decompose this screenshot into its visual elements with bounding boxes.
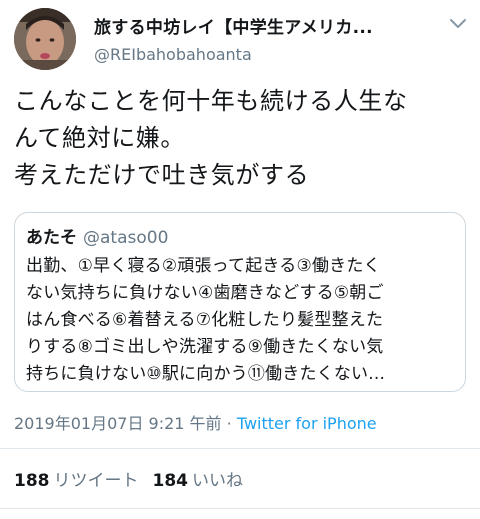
quoted-text-line: ない気持ちに負けない④歯磨きなどする⑤朝ご (26, 283, 384, 303)
tweet-text-line: こんなことを何十年も続ける人生な (14, 87, 408, 115)
quoted-author-name: あたそ (26, 228, 77, 248)
tweet-meta: 2019年01月07日 9:21 午前 · Twitter for iPhone (14, 410, 377, 434)
tweet-source-link[interactable]: Twitter for iPhone (237, 414, 377, 433)
likes-label: いいね (192, 471, 243, 491)
retweets-label: リツイート (53, 471, 139, 491)
quoted-text-line: 持ちに負けない⑩駅に向かう⑪働きたくない... (26, 364, 386, 384)
quoted-tweet-text: 出勤、①早く寝る②頑張って起きる③働きたく ない気持ちに負けない④歯磨きなどする… (26, 253, 458, 388)
tweet-text: こんなことを何十年も続ける人生な んて絶対に嫌。 考えただけで吐き気がする (14, 83, 470, 194)
quoted-tweet-header: あたそ @ataso00 (26, 223, 168, 248)
tweet-text-line: 考えただけで吐き気がする (14, 161, 310, 189)
chevron-down-icon[interactable] (446, 12, 470, 36)
quoted-tweet-card[interactable]: あたそ @ataso00 出勤、①早く寝る②頑張って起きる③働きたく ない気持ちに… (14, 212, 466, 392)
divider (0, 508, 480, 509)
tweet-header: 旅する中坊レイ【中学生アメリカ... @REIbahobahoanta (0, 0, 480, 90)
avatar[interactable] (14, 8, 76, 70)
tweet-timestamp[interactable]: 2019年01月07日 9:21 午前 (14, 414, 222, 433)
author-handle[interactable]: @REIbahobahoanta (94, 45, 252, 64)
tweet-text-line: んて絶対に嫌。 (14, 124, 185, 152)
likes-count: 184 (152, 471, 189, 491)
retweets-count: 188 (14, 471, 50, 491)
quoted-text-line: 出勤、①早く寝る②頑張って起きる③働きたく (26, 256, 381, 276)
meta-separator: · (221, 414, 237, 433)
likes-stat[interactable]: 184 いいね (153, 471, 244, 491)
quoted-text-line: りする⑧ゴミ出しや洗濯する⑨働きたくない気 (26, 337, 384, 357)
tweet-stats: 188 リツイート 184 いいね (14, 466, 243, 491)
quoted-author-handle: @ataso00 (83, 228, 169, 248)
divider (0, 448, 480, 449)
retweets-stat[interactable]: 188 リツイート (14, 471, 139, 491)
quoted-text-line: はん食べる⑥着替える⑦化粧したり髪型整えた (26, 310, 384, 330)
author-display-name[interactable]: 旅する中坊レイ【中学生アメリカ... (94, 13, 424, 38)
avatar-photo (14, 8, 76, 70)
